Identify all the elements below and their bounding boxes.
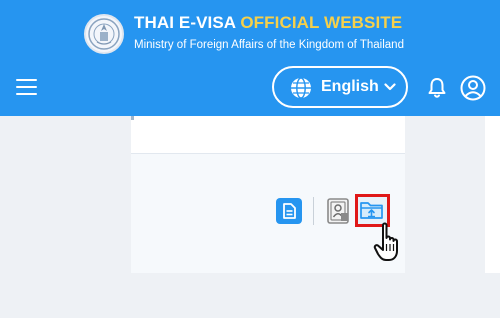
language-selector-button[interactable]: English <box>272 66 408 108</box>
site-title: THAI E-VISA OFFICIAL WEBSITE <box>134 13 402 33</box>
bell-icon[interactable] <box>428 77 446 99</box>
scroll-marker <box>131 116 134 120</box>
chevron-down-icon <box>384 83 396 91</box>
passport-icon <box>327 198 349 224</box>
site-title-accent: OFFICIAL WEBSITE <box>240 13 403 32</box>
card-header-section <box>131 116 405 154</box>
hand-cursor-icon <box>373 222 398 261</box>
globe-icon <box>291 77 311 99</box>
site-header: THAI E-VISA OFFICIAL WEBSITE Ministry of… <box>0 0 500 116</box>
site-subtitle: Ministry of Foreign Affairs of the Kingd… <box>134 39 404 51</box>
adjacent-card <box>485 116 500 273</box>
language-label: English <box>321 78 379 95</box>
site-title-main: THAI E-VISA <box>134 13 241 32</box>
folder-upload-icon <box>360 202 383 219</box>
view-document-button[interactable] <box>276 198 302 224</box>
action-divider <box>313 197 314 225</box>
menu-icon[interactable] <box>16 78 38 96</box>
emblem-logo <box>84 14 124 54</box>
user-icon[interactable] <box>460 75 486 101</box>
document-icon <box>283 203 296 219</box>
passport-button[interactable] <box>325 197 352 225</box>
